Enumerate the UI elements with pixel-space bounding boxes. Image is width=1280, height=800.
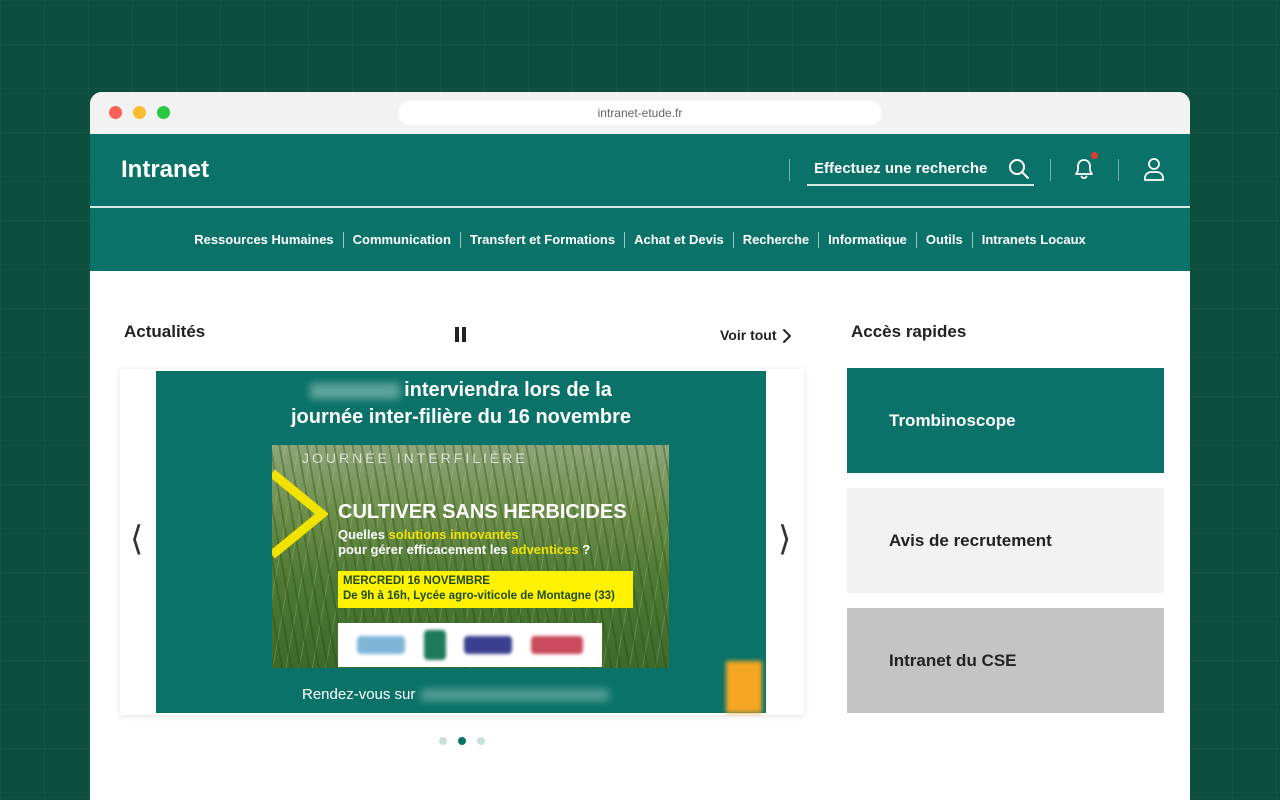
nav-item-recherche[interactable]: Recherche bbox=[734, 231, 820, 248]
see-all-link[interactable]: Voir tout bbox=[720, 327, 777, 343]
user-icon[interactable] bbox=[1142, 156, 1166, 187]
blurred-text bbox=[310, 382, 401, 399]
blurred-link bbox=[421, 689, 610, 702]
slide-headline-text: interviendra lors de la bbox=[404, 379, 612, 401]
quick-access-recrutement[interactable]: Avis de recrutement bbox=[847, 488, 1164, 593]
header-divider bbox=[1118, 159, 1119, 181]
header-divider bbox=[789, 159, 790, 181]
chevron-right-icon[interactable] bbox=[782, 328, 792, 349]
pause-bar bbox=[455, 327, 459, 342]
quick-access-title: Accès rapides bbox=[851, 322, 967, 341]
partner-logo bbox=[357, 636, 406, 654]
site-header: Intranet Effectuez une recherche bbox=[90, 134, 1190, 208]
partner-logo bbox=[423, 630, 446, 660]
news-section-title: Actualités bbox=[124, 322, 206, 341]
poster-subtitle-text: ? bbox=[578, 542, 591, 557]
carousel-dot[interactable] bbox=[439, 737, 447, 745]
poster-date-line: De 9h à 16h, Lycée agro-viticole de Mont… bbox=[343, 590, 615, 602]
poster-subtitle-text: pour gérer efficacement les bbox=[338, 542, 512, 557]
poster-partner-logos bbox=[338, 623, 602, 667]
search-icon[interactable] bbox=[1008, 158, 1030, 185]
poster-title: CULTIVER SANS HERBICIDES bbox=[338, 501, 627, 523]
nav-item-ressources-humaines[interactable]: Ressources Humaines bbox=[185, 231, 344, 248]
partner-logo bbox=[464, 636, 513, 654]
site-brand[interactable]: Intranet bbox=[121, 156, 209, 184]
nav-item-intranets-locaux[interactable]: Intranets Locaux bbox=[973, 232, 1095, 248]
poster-top-label: JOURNÉE INTERFILIÈRE bbox=[302, 450, 528, 466]
slide-headline-line: interviendra lors de la bbox=[156, 377, 766, 404]
carousel-dot-active[interactable] bbox=[458, 737, 466, 745]
pause-bar bbox=[462, 327, 466, 342]
carousel-next-button[interactable]: ⟩ bbox=[778, 519, 791, 559]
header-divider bbox=[1050, 159, 1051, 181]
close-window-button[interactable] bbox=[109, 106, 122, 119]
address-bar[interactable]: intranet-etude.fr bbox=[398, 101, 882, 125]
nav-item-achat-devis[interactable]: Achat et Devis bbox=[625, 231, 734, 248]
search-input[interactable]: Effectuez une recherche bbox=[807, 154, 1034, 186]
poster-subtitle-highlight: solutions innovantes bbox=[388, 527, 519, 542]
poster-date-line: MERCREDI 16 NOVEMBRE bbox=[343, 575, 490, 587]
poster-date-box: MERCREDI 16 NOVEMBRE De 9h à 16h, Lycée … bbox=[338, 571, 633, 608]
slide-footer: Rendez-vous sur bbox=[302, 686, 610, 703]
carousel-pagination bbox=[439, 737, 485, 745]
browser-chrome: intranet-etude.fr bbox=[90, 92, 1190, 134]
nav-item-transfert-formations[interactable]: Transfert et Formations bbox=[461, 231, 626, 248]
notification-badge bbox=[1091, 152, 1098, 159]
news-slide[interactable]: interviendra lors de la journée inter-fi… bbox=[156, 371, 766, 713]
poster-subtitle: Quelles solutions innovantes bbox=[338, 527, 519, 542]
poster-subtitle-text: Quelles bbox=[338, 527, 389, 542]
search-placeholder: Effectuez une recherche bbox=[814, 160, 988, 177]
minimize-window-button[interactable] bbox=[133, 106, 146, 119]
pause-carousel-button[interactable] bbox=[454, 327, 468, 342]
slide-headline: interviendra lors de la journée inter-fi… bbox=[156, 377, 766, 431]
partner-logo bbox=[530, 636, 583, 654]
event-poster: JOURNÉE INTERFILIÈRE CULTIVER SANS HERBI… bbox=[272, 445, 669, 668]
poster-chevron-graphic bbox=[272, 469, 330, 564]
carousel-prev-button[interactable]: ⟨ bbox=[130, 519, 143, 559]
main-navigation: Ressources Humaines Communication Transf… bbox=[90, 208, 1190, 271]
carousel-dot[interactable] bbox=[477, 737, 485, 745]
bell-icon[interactable] bbox=[1072, 157, 1096, 186]
nav-item-outils[interactable]: Outils bbox=[917, 231, 973, 248]
poster-subtitle: pour gérer efficacement les adventices ? bbox=[338, 542, 590, 557]
slide-headline-line: journée inter-filière du 16 novembre bbox=[290, 406, 632, 428]
quick-access-trombinoscope[interactable]: Trombinoscope bbox=[847, 368, 1164, 473]
maximize-window-button[interactable] bbox=[157, 106, 170, 119]
main-content: Actualités Voir tout ⟨ interviendra lors… bbox=[90, 271, 1190, 800]
nav-item-informatique[interactable]: Informatique bbox=[819, 231, 917, 248]
quick-access-cse[interactable]: Intranet du CSE bbox=[847, 608, 1164, 713]
browser-window: intranet-etude.fr Intranet Effectuez une… bbox=[90, 92, 1190, 800]
poster-subtitle-highlight: adventices bbox=[511, 542, 579, 557]
nav-item-communication[interactable]: Communication bbox=[344, 231, 461, 248]
slide-footer-text: Rendez-vous sur bbox=[302, 686, 416, 703]
slide-orange-tab bbox=[726, 661, 762, 713]
news-carousel: ⟨ interviendra lors de la journée inter-… bbox=[120, 369, 804, 715]
